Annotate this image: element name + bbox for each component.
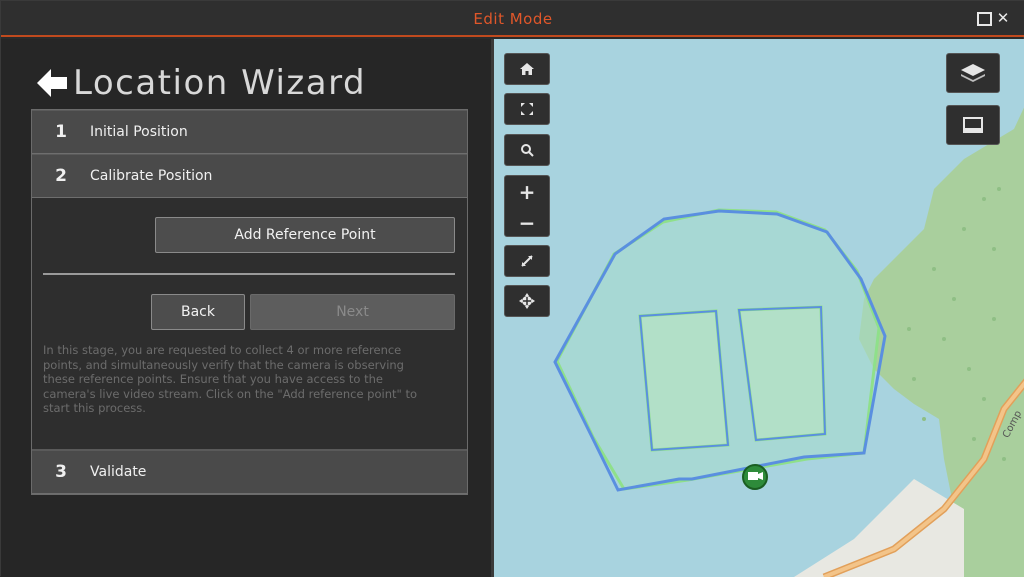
window-title: Edit Mode	[473, 10, 553, 28]
map-view[interactable]: Comp + −	[491, 39, 1024, 577]
step-label: Validate	[90, 464, 147, 480]
step-number: 2	[55, 166, 67, 186]
step-number: 1	[55, 122, 67, 142]
wizard-header[interactable]: Location Wizard	[31, 61, 366, 105]
back-button[interactable]: Back	[151, 294, 245, 330]
basemap-button[interactable]	[946, 105, 1000, 145]
reference-rect-2-green	[737, 305, 827, 442]
search-icon	[521, 144, 534, 157]
zoom-in-icon[interactable]: +	[505, 176, 549, 207]
wizard-title: Location Wizard	[73, 63, 367, 103]
calibrate-step-body: Add Reference Point Back Next In this st…	[32, 198, 467, 450]
pan-button[interactable]	[504, 285, 550, 317]
step-calibrate-position[interactable]: 2 Calibrate Position	[32, 154, 467, 198]
camera-body	[748, 472, 758, 480]
title-bar: Edit Mode ✕	[1, 1, 1024, 37]
fullscreen-button[interactable]	[504, 93, 550, 125]
measure-button[interactable]	[504, 245, 550, 277]
next-button[interactable]: Next	[250, 294, 455, 330]
measure-icon	[521, 255, 533, 267]
pan-icon	[519, 293, 535, 309]
zoom-out-icon[interactable]: −	[505, 207, 549, 238]
divider	[43, 273, 455, 275]
zoom-controls: + −	[504, 175, 550, 237]
layers-button[interactable]	[946, 53, 1000, 93]
add-reference-point-button[interactable]: Add Reference Point	[155, 217, 455, 253]
wizard-steps: 1 Initial Position 2 Calibrate Position …	[31, 109, 468, 495]
fullscreen-icon	[521, 103, 533, 115]
maximize-icon[interactable]	[975, 10, 992, 26]
close-icon[interactable]: ✕	[995, 10, 1011, 26]
map-canvas[interactable]	[494, 39, 1024, 577]
layers-icon	[961, 64, 985, 82]
search-button[interactable]	[504, 134, 550, 166]
home-icon	[520, 63, 534, 75]
step-label: Initial Position	[90, 124, 188, 140]
step-initial-position[interactable]: 1 Initial Position	[32, 110, 467, 154]
app-window: Edit Mode ✕ Location Wizard 1 Initial Po…	[0, 0, 1024, 577]
location-wizard-panel: Location Wizard 1 Initial Position 2 Cal…	[1, 39, 491, 577]
step-number: 3	[55, 462, 67, 482]
step-validate[interactable]: 3 Validate	[32, 450, 467, 494]
basemap-icon	[963, 117, 983, 133]
help-text: In this stage, you are requested to coll…	[43, 343, 417, 415]
reference-rect-1-green	[638, 309, 730, 452]
home-button[interactable]	[504, 53, 550, 85]
back-arrow-icon[interactable]	[31, 63, 71, 103]
step-label: Calibrate Position	[90, 168, 213, 184]
